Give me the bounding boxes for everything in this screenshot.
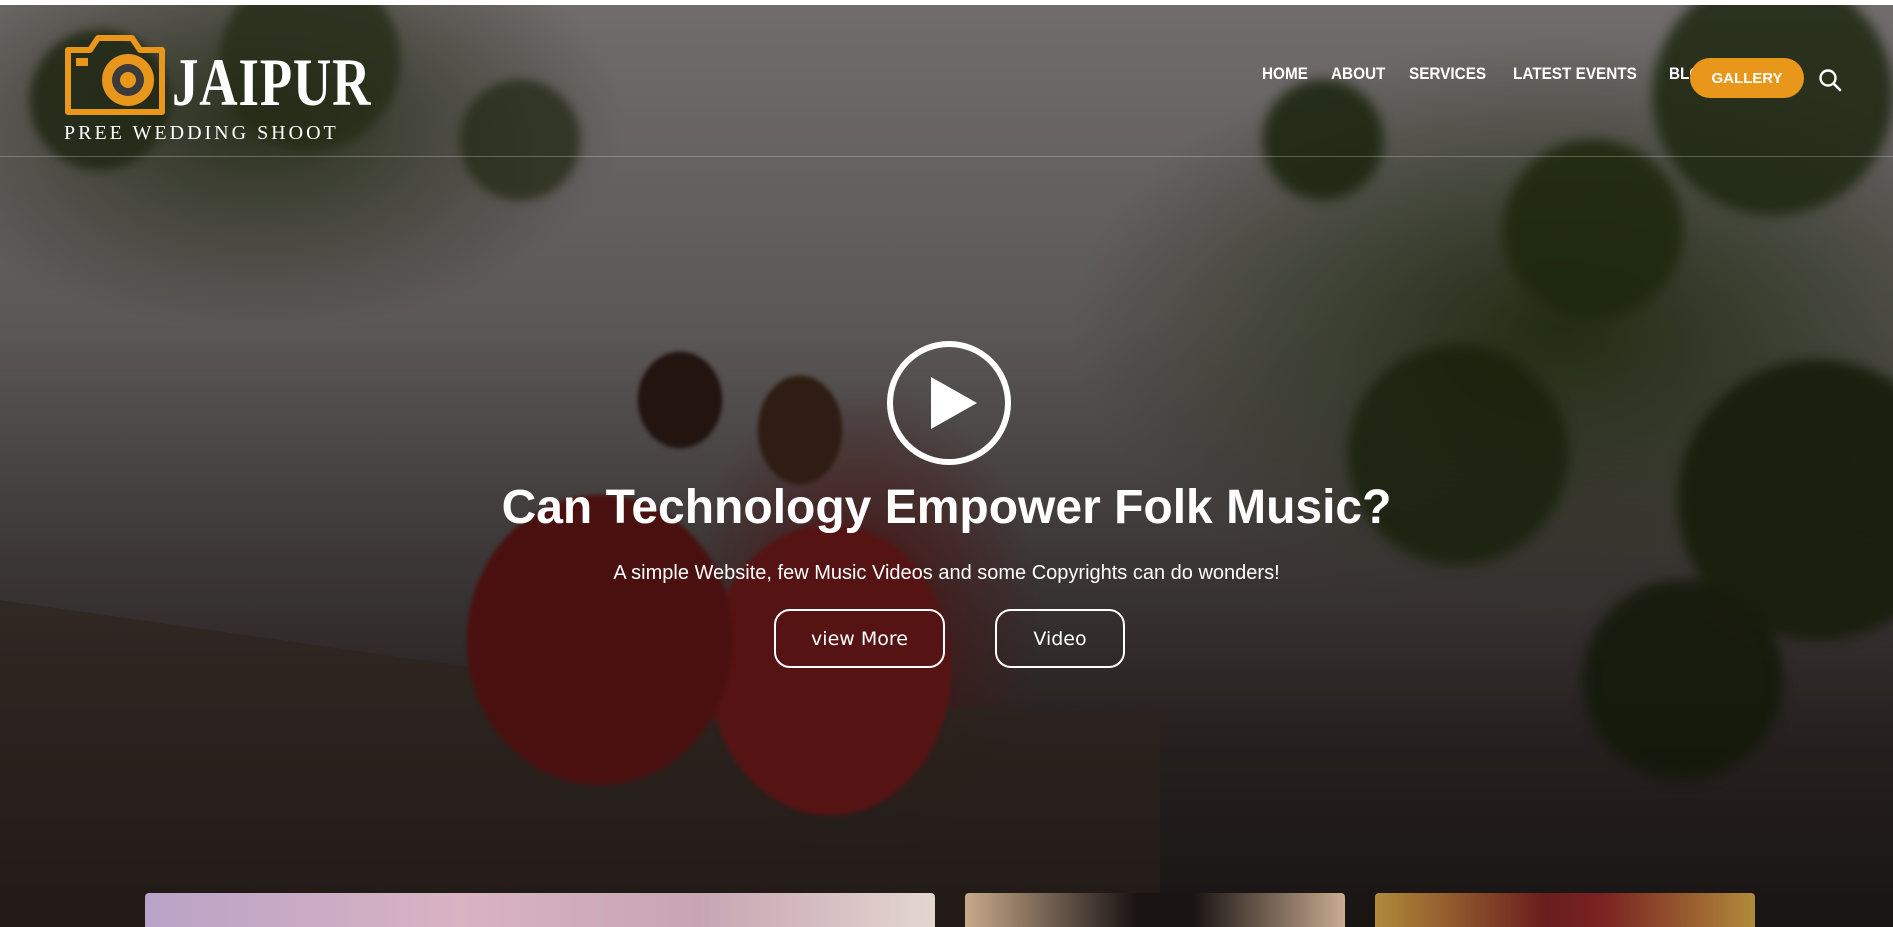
view-more-button[interactable]: view More bbox=[774, 609, 945, 668]
nav-about[interactable]: ABOUT bbox=[1331, 64, 1385, 84]
nav-latest-events[interactable]: LATEST EVENTS bbox=[1513, 64, 1637, 84]
nav-services[interactable]: SERVICES bbox=[1409, 64, 1486, 84]
site-header: JAIPUR PREE WEDDING SHOOT HOME ABOUT SER… bbox=[0, 0, 1893, 157]
gallery-card-2[interactable] bbox=[965, 893, 1345, 927]
nav-home[interactable]: HOME bbox=[1262, 64, 1308, 84]
camera-icon bbox=[65, 35, 165, 115]
logo-subtitle: PREE WEDDING SHOOT bbox=[64, 122, 339, 144]
main-nav: HOME ABOUT SERVICES LATEST EVENTS BLOG bbox=[1262, 64, 1738, 84]
logo-title: JAIPUR bbox=[172, 44, 372, 120]
hero-subtitle: A simple Website, few Music Videos and s… bbox=[613, 562, 1280, 584]
play-icon bbox=[931, 377, 977, 429]
search-icon[interactable] bbox=[1818, 68, 1842, 92]
video-button[interactable]: Video bbox=[995, 609, 1125, 668]
play-video-button[interactable] bbox=[887, 341, 1011, 465]
gallery-card-1[interactable] bbox=[145, 893, 935, 927]
hero-title: Can Technology Empower Folk Music? bbox=[501, 481, 1392, 534]
site-logo[interactable]: JAIPUR PREE WEDDING SHOOT bbox=[62, 18, 370, 148]
gallery-card-3[interactable] bbox=[1375, 893, 1755, 927]
gallery-button[interactable]: GALLERY bbox=[1690, 58, 1804, 98]
